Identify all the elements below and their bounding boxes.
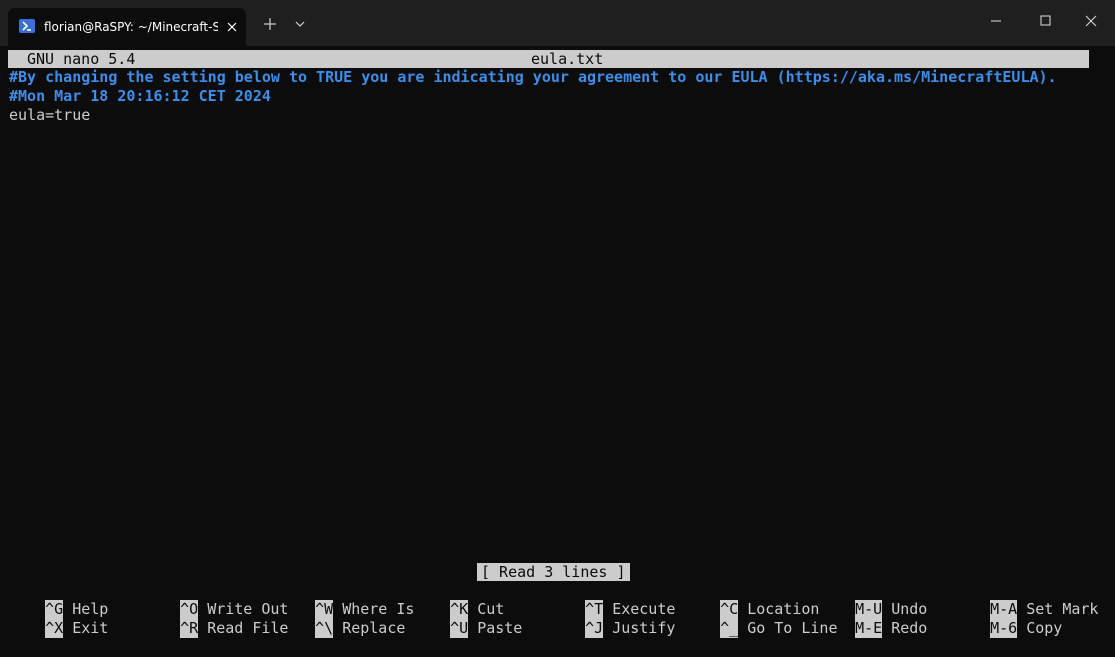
shortcut-label: Justify	[612, 619, 676, 637]
status-message: [ Read 3 lines ]	[477, 563, 630, 581]
shortcut-redo[interactable]: M-E Redo	[819, 600, 927, 638]
shortcut-write-out[interactable]: ^O Write Out	[144, 581, 288, 619]
powershell-icon	[19, 19, 35, 33]
close-window-icon[interactable]	[1076, 10, 1106, 32]
file-line-2[interactable]: #Mon Mar 18 20:16:12 CET 2024	[9, 87, 271, 106]
shortcut-label: Paste	[477, 619, 523, 637]
nano-filename: eula.txt	[531, 50, 604, 68]
minimize-icon[interactable]	[981, 10, 1011, 32]
shortcut-label: Copy	[1026, 619, 1063, 637]
shortcut-key: ^\	[315, 619, 334, 638]
shortcut-help[interactable]: ^G Help	[9, 581, 108, 619]
shortcut-label: Exit	[72, 619, 109, 637]
shortcut-key: ^X	[45, 619, 64, 638]
file-line-1[interactable]: #By changing the setting below to TRUE y…	[9, 68, 1057, 87]
shortcut-location[interactable]: ^C Location	[684, 581, 819, 619]
shortcut-justify[interactable]: ^J Justify	[549, 600, 675, 638]
shortcut-key: M-E	[855, 619, 883, 638]
nano-version: GNU nano 5.4	[27, 50, 136, 68]
shortcut-copy[interactable]: M-6 Copy	[954, 600, 1062, 638]
shortcut-execute[interactable]: ^T Execute	[549, 581, 675, 619]
terminal-tab[interactable]: florian@RaSPY: ~/Minecraft-Server	[8, 8, 246, 46]
close-tab-icon[interactable]	[223, 18, 241, 36]
shortcut-exit[interactable]: ^X Exit	[9, 600, 108, 638]
shortcut-key: ^R	[180, 619, 199, 638]
shortcut-key: M-6	[990, 619, 1018, 638]
shortcut-key: ^J	[585, 619, 604, 638]
shortcut-label: Redo	[891, 619, 928, 637]
chevron-down-icon[interactable]	[290, 13, 310, 35]
shortcut-undo[interactable]: M-U Undo	[819, 581, 927, 619]
new-tab-plus-icon[interactable]	[259, 13, 281, 35]
shortcut-go-to-line[interactable]: ^_ Go To Line	[684, 600, 838, 638]
shortcut-replace[interactable]: ^\ Replace	[279, 600, 405, 638]
terminal-area[interactable]: GNU nano 5.4 eula.txt #By changing the s…	[0, 46, 1115, 638]
shortcut-cut[interactable]: ^K Cut	[414, 581, 504, 619]
shortcut-where-is[interactable]: ^W Where Is	[279, 581, 414, 619]
tab-title: florian@RaSPY: ~/Minecraft-Server	[44, 20, 218, 34]
nano-header-bar: GNU nano 5.4 eula.txt	[8, 50, 1089, 68]
shortcut-label: Read File	[207, 619, 289, 637]
file-line-3[interactable]: eula=true	[9, 106, 90, 125]
shortcut-label: Replace	[342, 619, 406, 637]
shortcut-read-file[interactable]: ^R Read File	[144, 600, 288, 638]
maximize-icon[interactable]	[1031, 10, 1061, 32]
shortcut-key: ^U	[450, 619, 469, 638]
shortcut-paste[interactable]: ^U Paste	[414, 600, 522, 638]
shortcut-set-mark[interactable]: M-A Set Mark	[954, 581, 1098, 619]
shortcut-key: ^_	[720, 619, 739, 638]
title-bar: florian@RaSPY: ~/Minecraft-Server	[0, 0, 1115, 46]
